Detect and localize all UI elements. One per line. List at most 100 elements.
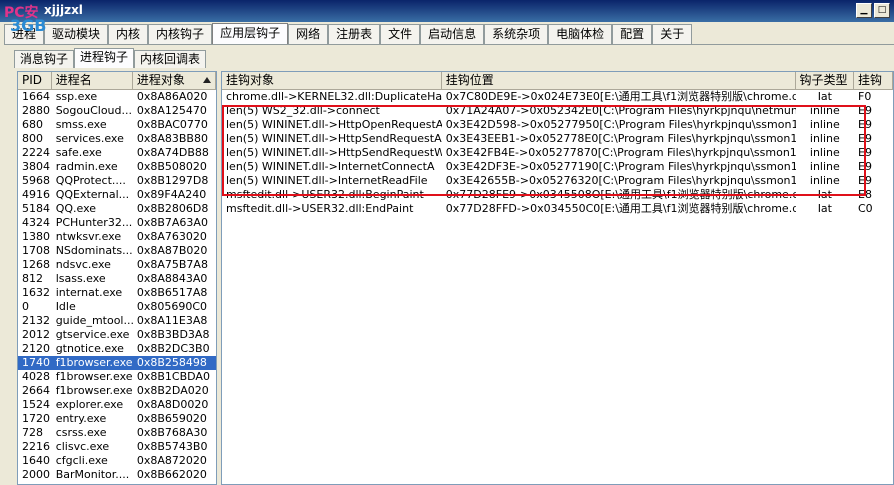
process-object: 0x8A125470 [136, 104, 207, 117]
process-pid: 1720 [22, 412, 50, 425]
maximize-button[interactable]: □ [874, 3, 890, 18]
process-row[interactable]: 5968 QQProtect.... 0x8B1297D8 [18, 174, 216, 188]
process-pid: 2664 [22, 384, 50, 397]
process-object: 0x8B1297D8 [136, 174, 209, 187]
minimize-button[interactable]: ▁ [856, 3, 872, 18]
process-row[interactable]: 2012 gtservice.exe 0x8B3BD3A8 [18, 328, 216, 342]
process-name: lsass.exe [55, 272, 106, 285]
tab-10[interactable]: 电脑体检 [548, 24, 613, 44]
hook-row[interactable]: msftedit.dll->USER32.dll:BeginPaint 0x77D… [222, 188, 893, 202]
process-row[interactable]: 1640 cfgcli.exe 0x8A872020 [18, 454, 216, 468]
process-row[interactable]: 1708 NSdominats... 0x8A87B020 [18, 244, 216, 258]
process-row[interactable]: 4916 QQExternal... 0x89F4A240 [18, 188, 216, 202]
process-row[interactable]: 4324 PCHunter32... 0x8B7A63A0 [18, 216, 216, 230]
process-pid: 1380 [22, 230, 50, 243]
process-row[interactable]: 2880 SogouCloud... 0x8A125470 [18, 104, 216, 118]
tab-8[interactable]: 启动信息 [420, 24, 485, 44]
tab-3[interactable]: 内核钩子 [148, 24, 213, 44]
hook-row[interactable]: len(5) WININET.dll->InternetConnectA 0x3E… [222, 160, 893, 174]
tab-12[interactable]: 关于 [652, 24, 693, 44]
process-row[interactable]: 3804 radmin.exe 0x8B508020 [18, 160, 216, 174]
hook-location: 0x71A24A07->0x052342E0[C:\Program Files\… [445, 104, 796, 117]
process-name: ntwksvr.exe [55, 230, 122, 243]
process-row[interactable]: 800 services.exe 0x8A83BB80 [18, 132, 216, 146]
process-row[interactable]: 5184 QQ.exe 0x8B2806D8 [18, 202, 216, 216]
process-object: 0x8BAC0770 [136, 118, 208, 131]
process-row[interactable]: 2664 f1browser.exe 0x8B2DA020 [18, 384, 216, 398]
column-header-hook-location[interactable]: 挂钩位置 [442, 72, 796, 89]
tab-11[interactable]: 配置 [612, 24, 653, 44]
process-object: 0x8B662020 [136, 468, 207, 481]
process-row[interactable]: 1740 f1browser.exe 0x8B258498 [18, 356, 216, 370]
hook-object: msftedit.dll->USER32.dll:EndPaint [226, 202, 414, 215]
hook-row[interactable]: len(5) WININET.dll->HttpOpenRequestA 0x3E… [222, 118, 893, 132]
tab-7[interactable]: 文件 [380, 24, 421, 44]
subtab-2[interactable]: 内核回调表 [134, 50, 207, 68]
process-name: QQProtect.... [55, 174, 126, 187]
process-pid: 2224 [22, 146, 50, 159]
process-list[interactable]: PID 进程名 进程对象 1664 ssp.exe 0x8A86A020 2880 So… [17, 71, 217, 485]
hook-row[interactable]: len(5) WININET.dll->HttpSendRequestA 0x3E… [222, 132, 893, 146]
column-header-hook-type[interactable]: 钩子类型 [796, 72, 854, 89]
process-row[interactable]: 1268 ndsvc.exe 0x8A75B7A8 [18, 258, 216, 272]
process-row[interactable]: 812 lsass.exe 0x8A8843A0 [18, 272, 216, 286]
process-row[interactable]: 4028 f1browser.exe 0x8B1CBDA0 [18, 370, 216, 384]
hook-row[interactable]: len(5) WININET.dll->HttpSendRequestW 0x3E… [222, 146, 893, 160]
tab-4[interactable]: 应用层钩子 [212, 23, 289, 45]
process-row[interactable]: 1664 ssp.exe 0x8A86A020 [18, 90, 216, 104]
tab-6[interactable]: 注册表 [328, 24, 381, 44]
main-tab-bar: 进程 驱动模块 内核 内核钩子 应用层钩子 网络 注册表 文件 启动信息 系统杂项 电脑体检 配置 关于 [4, 23, 693, 45]
column-header-hook-object[interactable]: 挂钩对象 [222, 72, 442, 89]
process-pid: 5968 [22, 174, 50, 187]
subtab-1[interactable]: 进程钩子 [74, 48, 135, 68]
column-header-process-object[interactable]: 进程对象 [133, 72, 216, 89]
process-row[interactable]: 680 smss.exe 0x8BAC0770 [18, 118, 216, 132]
column-header-process-name[interactable]: 进程名 [52, 72, 133, 89]
hook-list[interactable]: 挂钩对象 挂钩位置 钩子类型 挂钩 chrome.dll->KERNEL32.d… [221, 71, 894, 485]
hook-row[interactable]: len(5) WININET.dll->InternetReadFile 0x3E… [222, 174, 893, 188]
hook-location: 0x77D28FFD->0x034550C0[E:\通用工具\f1浏览器特别版\… [445, 202, 796, 215]
process-name: QQ.exe [55, 202, 97, 215]
hook-row[interactable]: msftedit.dll->USER32.dll:EndPaint 0x77D28… [222, 202, 893, 216]
tab-5[interactable]: 网络 [288, 24, 329, 44]
process-object: 0x8B508020 [136, 160, 207, 173]
column-header-hook-bytes[interactable]: 挂钩 [854, 72, 893, 89]
tab-9[interactable]: 系统杂项 [484, 24, 549, 44]
column-header-pid[interactable]: PID [18, 72, 52, 89]
hook-bytes: E9 [858, 132, 872, 145]
process-object: 0x89F4A240 [136, 188, 207, 201]
hook-row[interactable]: len(5) WS2_32.dll->connect 0x71A24A07->0x… [222, 104, 893, 118]
process-row[interactable]: 728 csrss.exe 0x8B768A30 [18, 426, 216, 440]
process-row[interactable]: 2132 guide_mtool... 0x8A11E3A8 [18, 314, 216, 328]
process-row[interactable]: 1380 ntwksvr.exe 0x8A763020 [18, 230, 216, 244]
process-name: clisvc.exe [55, 440, 110, 453]
process-row[interactable]: 1720 entry.exe 0x8B659020 [18, 412, 216, 426]
hook-row[interactable]: chrome.dll->KERNEL32.dll:DuplicateHandle… [222, 90, 893, 104]
hook-object: len(5) WININET.dll->HttpSendRequestA [226, 132, 442, 145]
process-name: ndsvc.exe [55, 258, 111, 271]
tab-1[interactable]: 驱动模块 [44, 24, 109, 44]
process-object: 0x8B768A30 [136, 426, 208, 439]
process-row[interactable]: 0 Idle 0x805690C0 [18, 300, 216, 314]
window-controls: ▁ □ [856, 3, 890, 18]
hook-bytes: E9 [858, 146, 872, 159]
process-row[interactable]: 2000 BarMonitor.... 0x8B662020 [18, 468, 216, 482]
process-name: internat.exe [55, 286, 123, 299]
process-pid: 1640 [22, 454, 50, 467]
process-row[interactable]: 1524 explorer.exe 0x8A8D0020 [18, 398, 216, 412]
process-row[interactable]: 2224 safe.exe 0x8A74DB88 [18, 146, 216, 160]
hook-object: len(5) WS2_32.dll->connect [226, 104, 380, 117]
process-row[interactable]: 2120 gtnotice.exe 0x8B2DC3B0 [18, 342, 216, 356]
process-pid: 1268 [22, 258, 50, 271]
process-row[interactable]: 2216 clisvc.exe 0x8B5743B0 [18, 440, 216, 454]
hook-bytes: E9 [858, 174, 872, 187]
process-name: cfgcli.exe [55, 454, 108, 467]
tab-2[interactable]: 内核 [108, 24, 149, 44]
process-object: 0x8B6517A8 [136, 286, 208, 299]
hook-type: inline [809, 132, 840, 145]
process-row[interactable]: 1632 internat.exe 0x8B6517A8 [18, 286, 216, 300]
process-name: csrss.exe [55, 426, 107, 439]
process-name: ssp.exe [55, 90, 98, 103]
subtab-0[interactable]: 消息钩子 [14, 50, 75, 68]
watermark-logo: PC安 3GB [4, 2, 46, 38]
